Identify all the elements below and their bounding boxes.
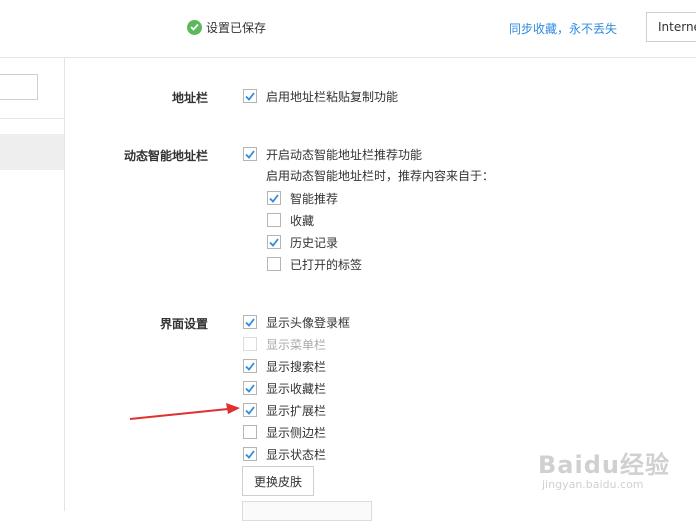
- option-source-history[interactable]: 历史记录: [267, 233, 338, 251]
- checkbox[interactable]: [243, 359, 257, 373]
- section-label-ui-settings: 界面设置: [159, 317, 208, 331]
- partial-button[interactable]: [242, 501, 372, 521]
- checkbox[interactable]: [267, 213, 281, 227]
- checkbox[interactable]: [243, 381, 257, 395]
- checkmark-icon: [245, 383, 255, 393]
- checkmark-icon: [269, 193, 279, 203]
- option-show-avatar-login[interactable]: 显示头像登录框: [243, 313, 350, 331]
- option-show-status-bar[interactable]: 显示状态栏: [243, 445, 326, 463]
- option-label: 显示状态栏: [266, 447, 327, 462]
- sync-favorites-link[interactable]: 同步收藏，永不丢失: [509, 20, 617, 37]
- option-label: 智能推荐: [290, 191, 339, 206]
- saved-status-text: 设置已保存: [206, 20, 267, 35]
- option-label: 显示收藏栏: [266, 381, 327, 396]
- option-label: 启用地址栏粘贴复制功能: [266, 89, 399, 104]
- section-label-smart-address-bar: 动态智能地址栏: [123, 149, 208, 163]
- checkmark-icon: [245, 91, 255, 101]
- checkmark-icon: [245, 149, 255, 159]
- option-smart-recommend[interactable]: 开启动态智能地址栏推荐功能: [243, 145, 422, 163]
- checkbox[interactable]: [243, 337, 257, 351]
- checkbox[interactable]: [243, 425, 257, 439]
- checkmark-icon: [245, 405, 255, 415]
- option-label: 历史记录: [290, 235, 339, 250]
- option-label: 显示侧边栏: [266, 425, 327, 440]
- checkbox[interactable]: [243, 147, 257, 161]
- option-show-search-bar[interactable]: 显示搜索栏: [243, 357, 326, 375]
- annotation-arrow-icon: [129, 403, 240, 420]
- checkmark-icon: [269, 237, 279, 247]
- watermark-brand: Baidu经验: [538, 451, 670, 479]
- option-label: 显示扩展栏: [266, 403, 327, 418]
- option-label: 收藏: [290, 213, 315, 228]
- checkmark-icon: [245, 317, 255, 327]
- section-label-address-bar: 地址栏: [171, 91, 208, 105]
- checkbox[interactable]: [267, 191, 281, 205]
- checkbox[interactable]: [243, 447, 257, 461]
- checkbox[interactable]: [243, 315, 257, 329]
- option-label: 已打开的标签: [290, 257, 363, 272]
- option-address-paste-copy[interactable]: 启用地址栏粘贴复制功能: [243, 87, 398, 105]
- option-label: 显示搜索栏: [266, 359, 327, 374]
- sidebar-item-active[interactable]: [0, 134, 64, 170]
- option-source-favorites[interactable]: 收藏: [267, 211, 314, 229]
- option-show-extension-bar[interactable]: 显示扩展栏: [243, 401, 326, 419]
- saved-status: 设置已保存: [187, 18, 266, 36]
- checkmark-icon: [245, 449, 255, 459]
- option-label: 显示菜单栏: [266, 337, 327, 352]
- checkmark-icon: [245, 361, 255, 371]
- option-show-sidebar[interactable]: 显示侧边栏: [243, 423, 326, 441]
- baidu-watermark: Baidu经验 jingyan.baidu.com: [538, 445, 670, 491]
- sidebar: [0, 58, 65, 511]
- sidebar-divider: [0, 118, 64, 119]
- option-source-smart[interactable]: 智能推荐: [267, 189, 338, 207]
- change-skin-button[interactable]: 更换皮肤: [242, 466, 314, 496]
- option-show-menu-bar[interactable]: 显示菜单栏: [243, 335, 326, 353]
- checkbox[interactable]: [267, 257, 281, 271]
- check-circle-icon: [187, 19, 202, 35]
- option-show-favorites-bar[interactable]: 显示收藏栏: [243, 379, 326, 397]
- top-bar: 设置已保存 同步收藏，永不丢失 Internet: [0, 0, 696, 58]
- option-label: 显示头像登录框: [266, 315, 351, 330]
- checkbox[interactable]: [243, 89, 257, 103]
- sidebar-search-input[interactable]: [0, 74, 38, 100]
- option-source-open-tabs[interactable]: 已打开的标签: [267, 255, 362, 273]
- checkbox[interactable]: [243, 403, 257, 417]
- option-label: 开启动态智能地址栏推荐功能: [266, 147, 423, 162]
- smart-source-hint: 启用动态智能地址栏时，推荐内容来自于：: [266, 169, 495, 183]
- language-select[interactable]: Internet: [646, 12, 696, 42]
- checkbox[interactable]: [267, 235, 281, 249]
